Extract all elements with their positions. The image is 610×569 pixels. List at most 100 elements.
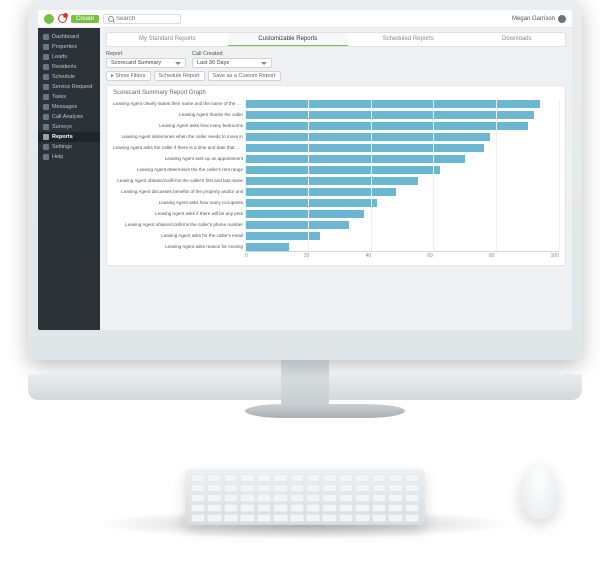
chart-bar: [245, 199, 377, 207]
chart-category-label: Leasing Agent clearly states their name …: [113, 100, 243, 108]
chart-bar: [245, 232, 320, 240]
chart-x-tick: 80: [489, 253, 495, 261]
sidebar-item-label: Help: [52, 154, 63, 160]
sidebar: Dashboard Properties Leads Residents Schedul…: [38, 28, 100, 330]
search-input-wrap[interactable]: [103, 14, 181, 24]
chart-bar: [245, 177, 418, 185]
sidebar-item-label: Service Request: [52, 84, 92, 90]
help-icon: [43, 154, 49, 160]
main-content: My Standard ReportsCustomizable ReportsS…: [100, 28, 572, 330]
chart-bar: [245, 155, 465, 163]
chart-category-label: Leasing Agent asks the caller if there i…: [113, 144, 243, 152]
sidebar-item-label: Schedule: [52, 74, 75, 80]
report-select[interactable]: Scorecard Summary: [106, 58, 186, 68]
chart-category-label: Leasing Agent asks reason for moving: [113, 243, 243, 251]
chart-category-label: Leasing Agent thanks the caller: [113, 111, 243, 119]
sidebar-item-label: Settings: [52, 144, 72, 150]
user-menu[interactable]: Megan Garrison: [512, 15, 566, 23]
keyboard: [185, 469, 425, 525]
chart-category-label: Leasing Agent discusses benefits of the …: [113, 188, 243, 196]
chart-category-label: Leasing Agent obtains/confirms the calle…: [113, 177, 243, 185]
chevron-down-icon: [261, 62, 267, 65]
call-created-label: Call Created: [192, 51, 272, 57]
chart-category-label: Leasing Agent asks for the caller's emai…: [113, 232, 243, 240]
chart-x-tick: 40: [366, 253, 372, 261]
sidebar-item-surveys[interactable]: Surveys: [38, 122, 100, 132]
chart-category-label: Leasing Agent determines when the caller…: [113, 133, 243, 141]
sidebar-item-reports[interactable]: Reports: [38, 132, 100, 142]
topbar: Create Megan Garrison: [38, 10, 572, 28]
chart-bar: [245, 166, 440, 174]
residents-icon: [43, 64, 49, 70]
sidebar-item-label: Residents: [52, 64, 76, 70]
report-tabs: My Standard ReportsCustomizable ReportsS…: [106, 32, 566, 47]
monitor: Create Megan Garrison Dashboard Propertie…: [28, 0, 582, 400]
chart-x-tick: 20: [304, 253, 310, 261]
chart-bar: [245, 122, 528, 130]
create-button[interactable]: Create: [71, 15, 99, 23]
settings-icon: [43, 144, 49, 150]
sidebar-item-label: Surveys: [52, 124, 72, 130]
call-analysis-icon: [43, 114, 49, 120]
sidebar-item-help[interactable]: Help: [38, 152, 100, 162]
chart-bar: [245, 221, 349, 229]
chart-y-labels: Leasing Agent clearly states their name …: [113, 100, 243, 261]
mouse: [520, 463, 558, 519]
chart-x-axis: 020406080100: [245, 251, 559, 261]
sidebar-item-label: Messages: [52, 104, 77, 110]
chart-category-label: Leasing Agent sets up an appointment: [113, 155, 243, 163]
dashboard-icon: [43, 34, 49, 40]
sidebar-item-messages[interactable]: Messages: [38, 102, 100, 112]
chart-category-label: Leasing Agent asks how many bedrooms: [113, 122, 243, 130]
messages-icon: [43, 104, 49, 110]
chart-bar: [245, 144, 484, 152]
sidebar-item-tasks[interactable]: Tasks: [38, 92, 100, 102]
reports-icon: [43, 134, 49, 140]
sidebar-item-leads[interactable]: Leads: [38, 52, 100, 62]
chart-bar: [245, 188, 396, 196]
sidebar-item-call-analysis[interactable]: Call Analysis: [38, 112, 100, 122]
tasks-icon: [43, 94, 49, 100]
schedule-report-button[interactable]: Schedule Report: [154, 71, 205, 81]
sidebar-item-dashboard[interactable]: Dashboard: [38, 32, 100, 42]
tab-downloads[interactable]: Downloads: [469, 33, 565, 46]
sidebar-item-label: Dashboard: [52, 34, 79, 40]
report-label: Report: [106, 51, 186, 57]
save-custom-report-button[interactable]: Save as a Custom Report: [208, 71, 281, 81]
leads-icon: [43, 54, 49, 60]
chart-x-tick: 100: [551, 253, 559, 261]
tab-scheduled-reports[interactable]: Scheduled Reports: [348, 33, 469, 46]
chevron-down-icon: [175, 62, 181, 65]
user-name: Megan Garrison: [512, 16, 555, 22]
tab-my-standard-reports[interactable]: My Standard Reports: [107, 33, 228, 46]
sidebar-item-schedule[interactable]: Schedule: [38, 72, 100, 82]
notification-icon[interactable]: [58, 14, 67, 23]
search-icon: [108, 16, 114, 22]
chart-category-label: Leasing Agent obtains/confirms the calle…: [113, 221, 243, 229]
chart-plot: 020406080100: [245, 100, 559, 261]
avatar-icon: [558, 15, 566, 23]
chart-category-label: Leasing Agent asks if there will be any …: [113, 210, 243, 218]
chart-x-tick: 60: [427, 253, 433, 261]
chart-bar: [245, 133, 490, 141]
properties-icon: [43, 44, 49, 50]
call-created-select[interactable]: Last 30 Days: [192, 58, 272, 68]
chart-title: Scorecard Summary Report Graph: [113, 90, 559, 96]
sidebar-item-label: Leads: [52, 54, 67, 60]
sidebar-item-label: Properties: [52, 44, 77, 50]
chart-bar: [245, 243, 289, 251]
app-logo: [44, 14, 54, 24]
sidebar-item-settings[interactable]: Settings: [38, 142, 100, 152]
chart-bar: [245, 111, 534, 119]
sidebar-item-service-request[interactable]: Service Request: [38, 82, 100, 92]
search-input[interactable]: [116, 16, 176, 22]
chart-bar: [245, 100, 540, 108]
service-request-icon: [43, 84, 49, 90]
tab-customizable-reports[interactable]: Customizable Reports: [228, 33, 349, 46]
show-filters-button[interactable]: ▸ Show Filters: [106, 71, 151, 81]
chart-card: Scorecard Summary Report Graph Leasing A…: [106, 85, 566, 266]
sidebar-item-residents[interactable]: Residents: [38, 62, 100, 72]
sidebar-item-properties[interactable]: Properties: [38, 42, 100, 52]
chart-category-label: Leasing Agent asks how many occupants: [113, 199, 243, 207]
sidebar-item-label: Call Analysis: [52, 114, 83, 120]
